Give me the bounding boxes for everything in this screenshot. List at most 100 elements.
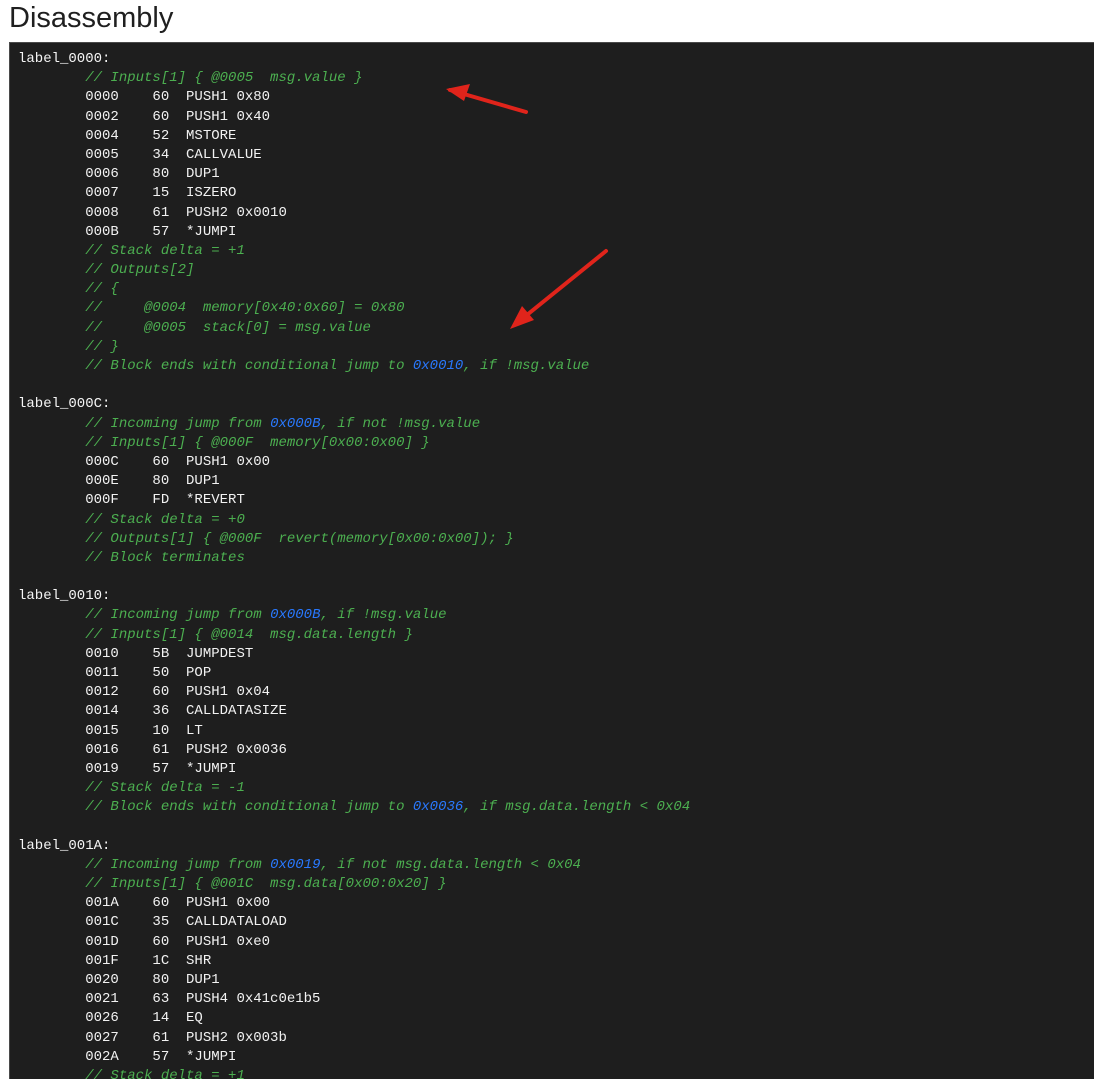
jump-target-link[interactable]: 0x0010: [413, 358, 463, 374]
instruction-text: 000B 57 *JUMPI: [85, 223, 237, 240]
instruction-text: 000E 80 DUP1: [85, 473, 220, 490]
instruction-text: 0008 61 PUSH2 0x0010: [85, 204, 287, 221]
comment-line: // Outputs[1] { @000F revert(memory[0x00…: [18, 530, 1094, 549]
instruction-line: 0004 52 MSTORE: [18, 127, 1094, 146]
instruction-line: 0007 15 ISZERO: [18, 184, 1094, 203]
comment-text: // Incoming jump from: [85, 415, 271, 432]
instruction-text: 001C 35 CALLDATALOAD: [85, 914, 287, 931]
comment-text: // Inputs[1] { @0005 msg.value }: [85, 70, 363, 87]
instruction-line: 0000 60 PUSH1 0x80: [18, 88, 1094, 107]
page-title: Disassembly: [9, 2, 174, 34]
instruction-line: 0021 63 PUSH4 0x41c0e1b5: [18, 990, 1094, 1009]
instruction-text: 0014 36 CALLDATASIZE: [85, 703, 287, 720]
comment-line: // Block ends with conditional jump to 0…: [18, 798, 1094, 817]
comment-text: // Stack delta = +0: [85, 511, 245, 528]
comment-text: , if msg.data.length < 0x04: [463, 799, 691, 816]
code-label: label_000C:: [18, 395, 1094, 414]
comment-line: // Inputs[1] { @001C msg.data[0x00:0x20]…: [18, 875, 1094, 894]
instruction-line: 0010 5B JUMPDEST: [18, 645, 1094, 664]
comment-text: // Inputs[1] { @001C msg.data[0x00:0x20]…: [85, 876, 447, 893]
comment-line: // Outputs[2]: [18, 261, 1094, 280]
instruction-line: 0005 34 CALLVALUE: [18, 146, 1094, 165]
instruction-text: 0007 15 ISZERO: [85, 185, 237, 202]
comment-text: // Outputs[2]: [85, 262, 195, 279]
instruction-line: 0026 14 EQ: [18, 1009, 1094, 1028]
label-text: label_001A:: [18, 837, 111, 854]
instruction-line: 0015 10 LT: [18, 722, 1094, 741]
instruction-text: 0010 5B JUMPDEST: [85, 645, 254, 662]
instruction-line: 000C 60 PUSH1 0x00: [18, 453, 1094, 472]
comment-line: // Block ends with conditional jump to 0…: [18, 357, 1094, 376]
comment-text: // @0005 stack[0] = msg.value: [85, 319, 371, 336]
disassembly-code: label_0000: // Inputs[1] { @0005 msg.val…: [18, 50, 1094, 1079]
jump-target-link[interactable]: 0x000B: [270, 416, 320, 432]
comment-line: // Stack delta = +1: [18, 1067, 1094, 1079]
instruction-text: 0021 63 PUSH4 0x41c0e1b5: [85, 991, 321, 1008]
instruction-line: 000B 57 *JUMPI: [18, 223, 1094, 242]
instruction-text: 001A 60 PUSH1 0x00: [85, 895, 271, 912]
instruction-line: 0011 50 POP: [18, 664, 1094, 683]
comment-line: // Inputs[1] { @000F memory[0x00:0x00] }: [18, 434, 1094, 453]
label-text: label_0000:: [18, 51, 111, 67]
comment-text: // Block ends with conditional jump to: [85, 358, 413, 374]
comment-text: // Outputs[1] { @000F revert(memory[0x00…: [85, 530, 514, 547]
instruction-text: 0020 80 DUP1: [85, 972, 220, 988]
instruction-text: 0002 60 PUSH1 0x40: [85, 108, 271, 125]
instruction-line: 0014 36 CALLDATASIZE: [18, 702, 1094, 721]
instruction-text: 0006 80 DUP1: [85, 166, 220, 183]
comment-text: // }: [85, 338, 119, 355]
comment-text: , if not !msg.value: [320, 415, 481, 432]
label-text: label_0010:: [18, 588, 111, 605]
comment-line: // Stack delta = -1: [18, 779, 1094, 798]
instruction-text: 0027 61 PUSH2 0x003b: [85, 1029, 287, 1046]
comment-text: // @0004 memory[0x40:0x60] = 0x80: [85, 300, 405, 317]
comment-line: // Block terminates: [18, 549, 1094, 568]
comment-text: // Block terminates: [85, 549, 245, 566]
jump-target-link[interactable]: 0x000B: [270, 607, 320, 623]
instruction-text: 0015 10 LT: [85, 722, 203, 739]
comment-text: , if !msg.value: [320, 607, 447, 624]
instruction-line: 0016 61 PUSH2 0x0036: [18, 741, 1094, 760]
instruction-text: 0005 34 CALLVALUE: [85, 146, 262, 163]
instruction-line: 0008 61 PUSH2 0x0010: [18, 204, 1094, 223]
comment-line: // Stack delta = +0: [18, 511, 1094, 530]
comment-line: // }: [18, 338, 1094, 357]
comment-text: // {: [85, 281, 119, 298]
jump-target-link[interactable]: 0x0019: [270, 857, 320, 873]
instruction-line: 001F 1C SHR: [18, 952, 1094, 971]
instruction-line: 001D 60 PUSH1 0xe0: [18, 933, 1094, 952]
comment-line: // Inputs[1] { @0005 msg.value }: [18, 69, 1094, 88]
instruction-text: 001F 1C SHR: [85, 952, 212, 969]
instruction-text: 0012 60 PUSH1 0x04: [85, 684, 271, 701]
code-label: label_0000:: [18, 50, 1094, 69]
instruction-line: 0002 60 PUSH1 0x40: [18, 108, 1094, 127]
disassembly-panel[interactable]: label_0000: // Inputs[1] { @0005 msg.val…: [9, 42, 1094, 1079]
comment-line: // Inputs[1] { @0014 msg.data.length }: [18, 626, 1094, 645]
comment-text: // Stack delta = -1: [85, 780, 245, 797]
comment-text: // Incoming jump from: [85, 607, 271, 624]
instruction-text: 0000 60 PUSH1 0x80: [85, 89, 271, 106]
instruction-text: 0011 50 POP: [85, 665, 212, 681]
instruction-line: 001A 60 PUSH1 0x00: [18, 894, 1094, 913]
comment-line: // @0004 memory[0x40:0x60] = 0x80: [18, 299, 1094, 318]
instruction-text: 002A 57 *JUMPI: [85, 1048, 237, 1065]
comment-text: , if !msg.value: [463, 358, 590, 374]
instruction-line: 0006 80 DUP1: [18, 165, 1094, 184]
comment-line: // Stack delta = +1: [18, 242, 1094, 261]
jump-target-link[interactable]: 0x0036: [413, 799, 463, 815]
instruction-text: 000F FD *REVERT: [85, 492, 245, 509]
comment-line: // Incoming jump from 0x0019, if not msg…: [18, 856, 1094, 875]
instruction-line: 002A 57 *JUMPI: [18, 1048, 1094, 1067]
instruction-line: 000F FD *REVERT: [18, 491, 1094, 510]
comment-text: // Incoming jump from: [85, 856, 271, 873]
comment-text: , if not msg.data.length < 0x04: [320, 856, 581, 873]
comment-text: // Inputs[1] { @000F memory[0x00:0x00] }: [85, 434, 430, 451]
comment-line: // @0005 stack[0] = msg.value: [18, 319, 1094, 338]
comment-line: // Incoming jump from 0x000B, if !msg.va…: [18, 606, 1094, 625]
comment-text: // Stack delta = +1: [85, 1067, 245, 1079]
instruction-line: 0012 60 PUSH1 0x04: [18, 683, 1094, 702]
instruction-line: 001C 35 CALLDATALOAD: [18, 913, 1094, 932]
